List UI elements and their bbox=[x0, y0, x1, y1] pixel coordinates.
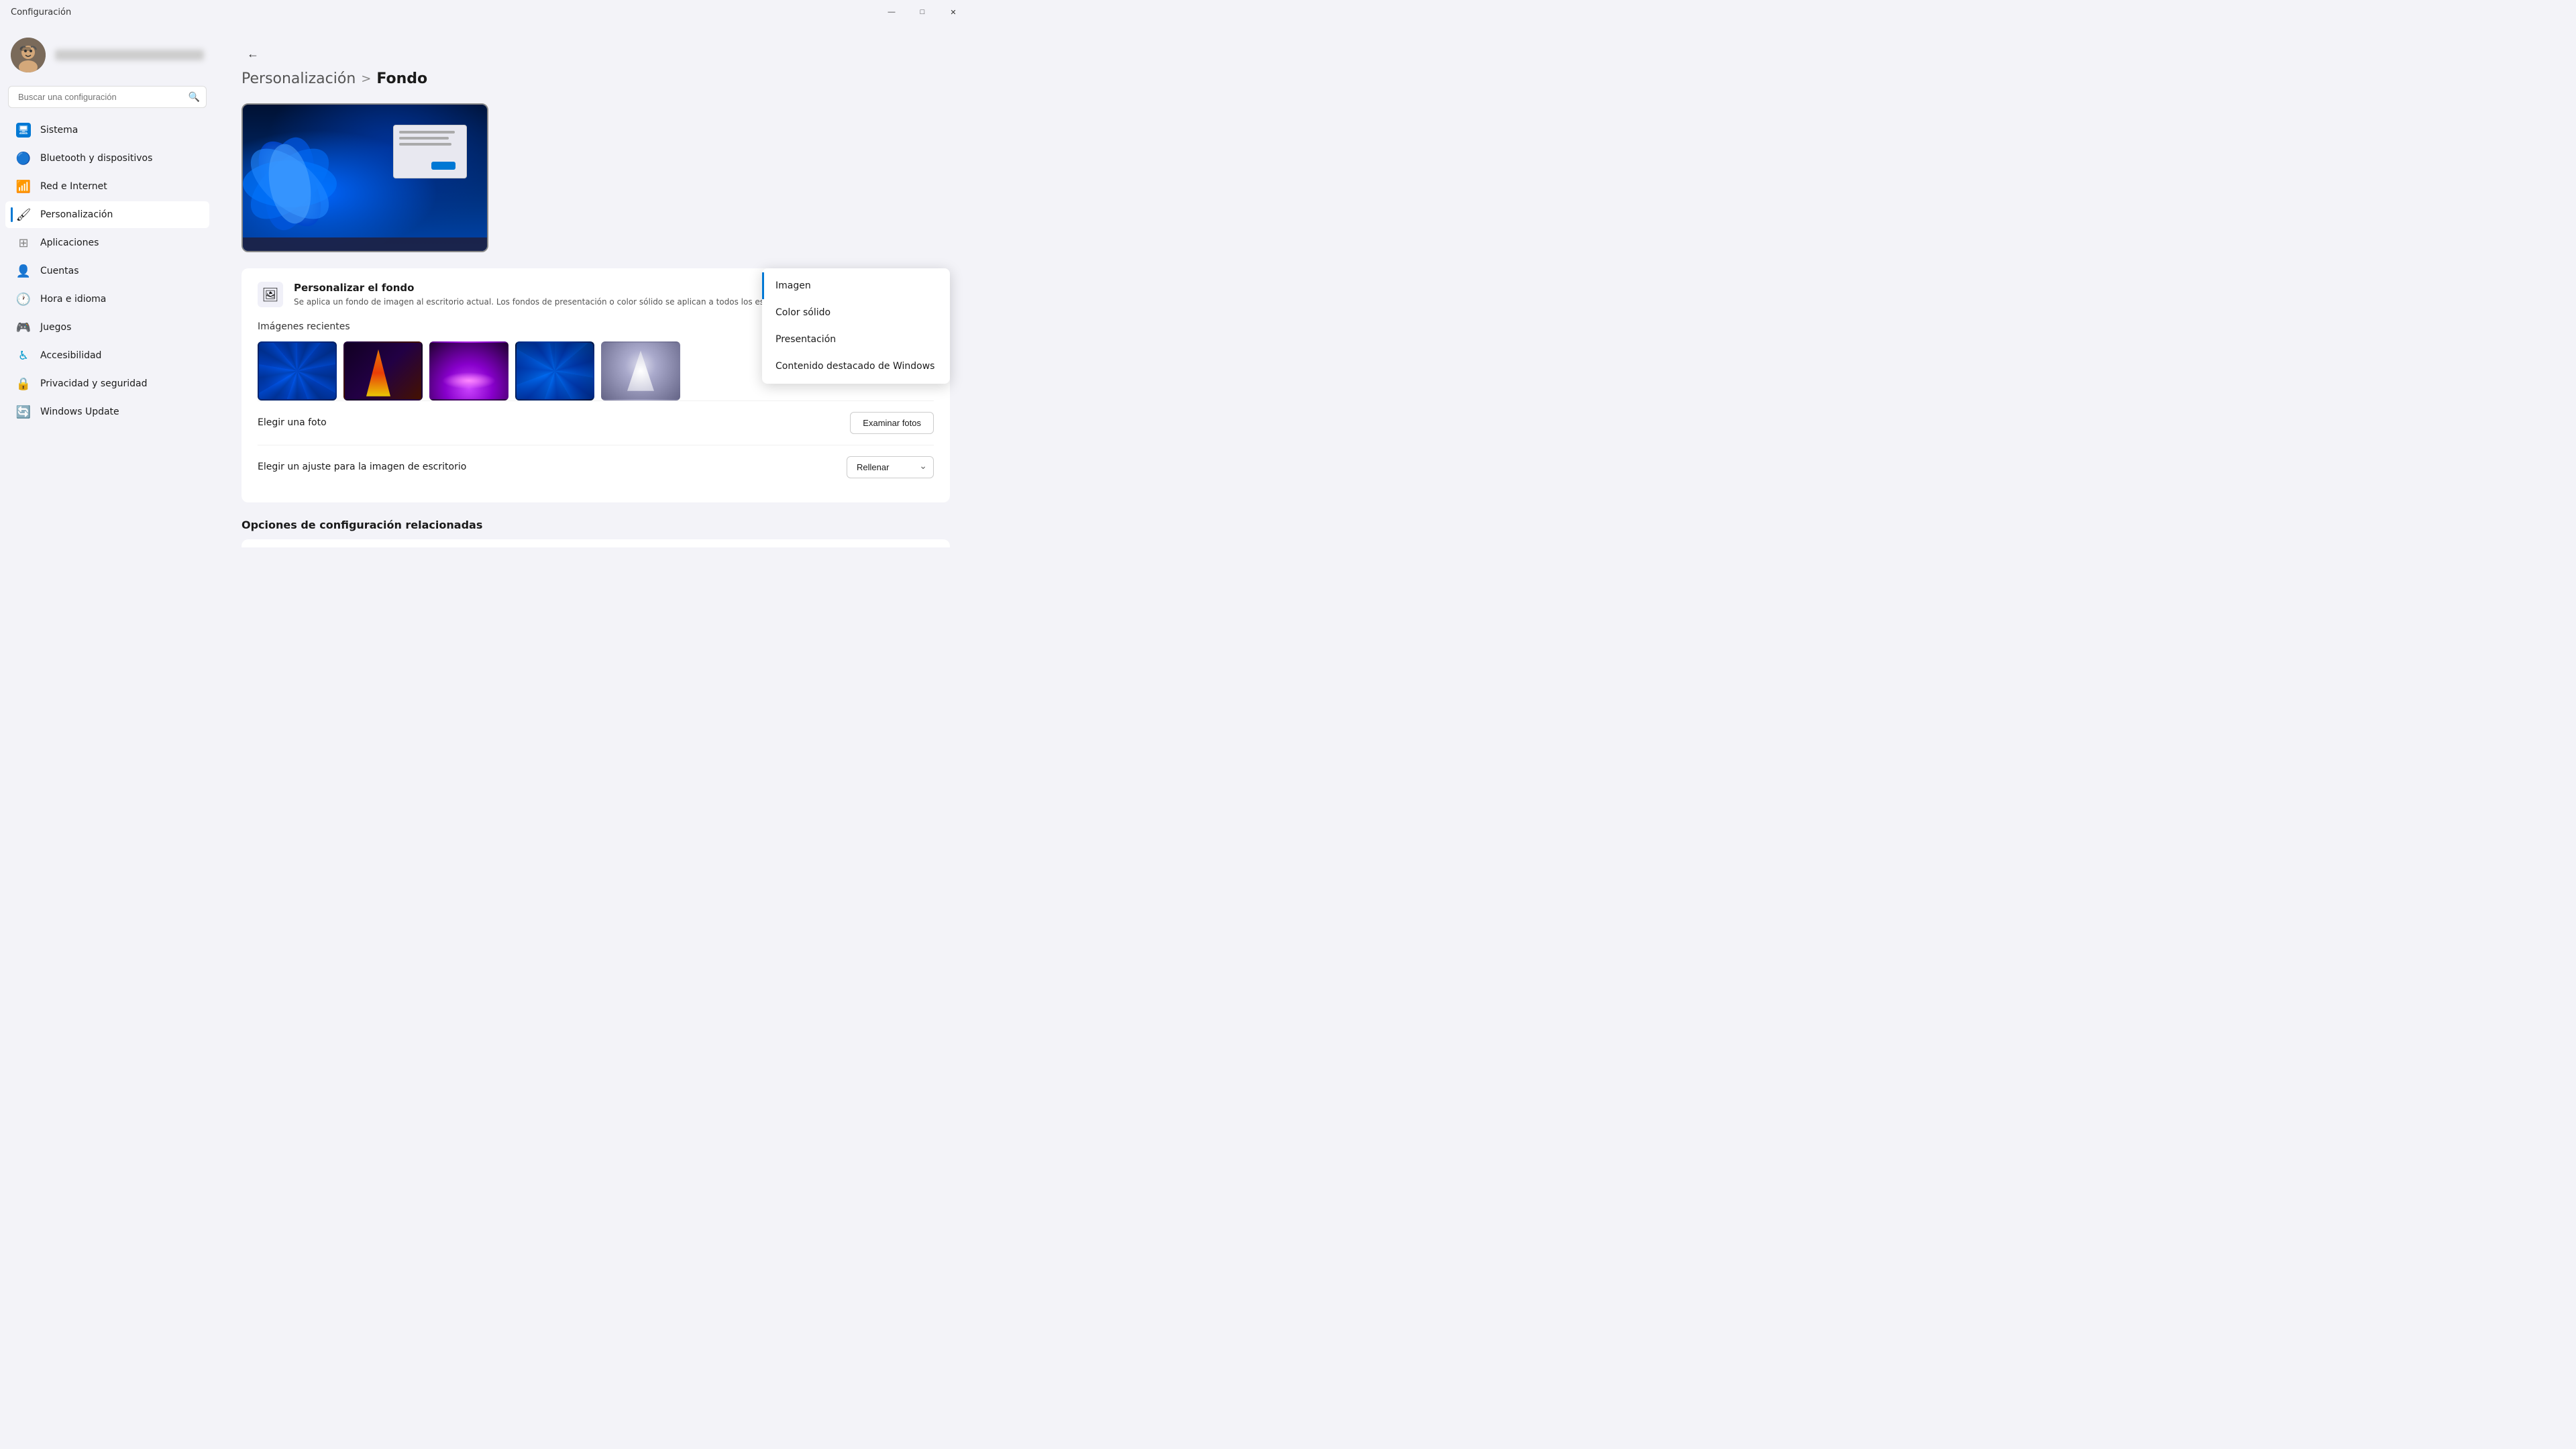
recent-image-5[interactable] bbox=[601, 341, 680, 400]
close-button[interactable]: ✕ bbox=[938, 1, 969, 23]
choose-photo-label: Elegir una foto bbox=[258, 417, 850, 428]
nav-item-red[interactable]: 📶 Red e Internet bbox=[5, 173, 209, 200]
related-card-contrast[interactable]: ◑ Temas de contraste Temas de color para… bbox=[241, 539, 950, 547]
back-button[interactable]: ← bbox=[241, 43, 264, 65]
breadcrumb-parent[interactable]: Personalización bbox=[241, 70, 356, 87]
browse-photos-button[interactable]: Examinar fotos bbox=[850, 412, 934, 434]
avatar bbox=[11, 38, 46, 72]
main-content: ← Personalización > Fondo bbox=[215, 24, 977, 547]
dropdown-item-contenido[interactable]: Contenido destacado de Windows bbox=[762, 353, 950, 380]
recent-image-3[interactable] bbox=[429, 341, 508, 400]
nav-label-cuentas: Cuentas bbox=[40, 266, 79, 276]
nav-item-accesibilidad[interactable]: ♿ Accesibilidad bbox=[5, 342, 209, 369]
avatar-image bbox=[11, 38, 46, 72]
privacidad-icon: 🔒 bbox=[16, 376, 31, 391]
personalizar-dropdown: Imagen Color sólido Presentación Conteni… bbox=[762, 268, 950, 384]
user-name bbox=[55, 50, 204, 60]
update-icon: 🔄 bbox=[16, 405, 31, 419]
nav-label-aplicaciones: Aplicaciones bbox=[40, 237, 99, 248]
maximize-button[interactable]: □ bbox=[907, 1, 938, 23]
aplicaciones-icon: ⊞ bbox=[16, 235, 31, 250]
recent-image-1[interactable] bbox=[258, 341, 337, 400]
nav-item-personalizacion[interactable]: 🖌 Personalización bbox=[5, 201, 209, 228]
adjustment-label: Elegir un ajuste para la imagen de escri… bbox=[258, 462, 847, 472]
sidebar: 🔍 🖥 Sistema 🔵 Bluetooth y dispositivos 📶… bbox=[0, 24, 215, 547]
hora-icon: 🕐 bbox=[16, 292, 31, 307]
card-header: 🖼 Personalizar el fondo Se aplica un fon… bbox=[258, 282, 934, 308]
nav-label-privacidad: Privacidad y seguridad bbox=[40, 378, 148, 389]
cuentas-icon: 👤 bbox=[16, 264, 31, 278]
nav-item-cuentas[interactable]: 👤 Cuentas bbox=[5, 258, 209, 284]
user-profile bbox=[0, 30, 215, 86]
dropdown-item-presentacion[interactable]: Presentación bbox=[762, 326, 950, 353]
recent-image-2[interactable] bbox=[343, 341, 423, 400]
nav-label-hora: Hora e idioma bbox=[40, 294, 106, 305]
personalizar-card: 🖼 Personalizar el fondo Se aplica un fon… bbox=[241, 268, 950, 502]
nav-label-accesibilidad: Accesibilidad bbox=[40, 350, 101, 361]
dropdown-item-color[interactable]: Color sólido bbox=[762, 299, 950, 326]
sistema-icon: 🖥 bbox=[16, 123, 31, 138]
recent-image-4[interactable] bbox=[515, 341, 594, 400]
preview-window-button bbox=[431, 162, 455, 170]
nav-item-privacidad[interactable]: 🔒 Privacidad y seguridad bbox=[5, 370, 209, 397]
window: Configuración — □ ✕ bbox=[0, 0, 977, 547]
adjustment-row: Elegir un ajuste para la imagen de escri… bbox=[258, 445, 934, 489]
adjustment-select[interactable]: RellenarAjustarCentrarMosaicoExtenderExp… bbox=[847, 456, 934, 478]
adjustment-select-wrapper: RellenarAjustarCentrarMosaicoExtenderExp… bbox=[847, 456, 934, 478]
wifi-icon: 📶 bbox=[16, 179, 31, 194]
personalizacion-icon: 🖌 bbox=[16, 207, 31, 222]
search-box: 🔍 bbox=[8, 86, 207, 108]
nav-label-red: Red e Internet bbox=[40, 181, 107, 192]
minimize-button[interactable]: — bbox=[876, 1, 907, 23]
juegos-icon: 🎮 bbox=[16, 320, 31, 335]
nav-item-update[interactable]: 🔄 Windows Update bbox=[5, 398, 209, 425]
title-bar: Configuración — □ ✕ bbox=[0, 0, 977, 24]
nav-label-personalizacion: Personalización bbox=[40, 209, 113, 220]
content-area: 🔍 🖥 Sistema 🔵 Bluetooth y dispositivos 📶… bbox=[0, 24, 977, 547]
accesibilidad-icon: ♿ bbox=[16, 348, 31, 363]
nav-label-sistema: Sistema bbox=[40, 125, 78, 136]
title-bar-controls: — □ ✕ bbox=[876, 1, 969, 23]
nav-item-hora[interactable]: 🕐 Hora e idioma bbox=[5, 286, 209, 313]
breadcrumb-current: Fondo bbox=[376, 70, 427, 87]
nav-item-aplicaciones[interactable]: ⊞ Aplicaciones bbox=[5, 229, 209, 256]
nav-item-bluetooth[interactable]: 🔵 Bluetooth y dispositivos bbox=[5, 145, 209, 172]
nav-item-juegos[interactable]: 🎮 Juegos bbox=[5, 314, 209, 341]
bluetooth-icon: 🔵 bbox=[16, 151, 31, 166]
preview-flower-svg bbox=[243, 127, 357, 241]
preview-window-element bbox=[393, 125, 467, 178]
search-icon: 🔍 bbox=[189, 92, 200, 103]
nav-label-juegos: Juegos bbox=[40, 322, 71, 333]
choose-photo-row: Elegir una foto Examinar fotos bbox=[258, 400, 934, 445]
window-title: Configuración bbox=[11, 7, 71, 17]
breadcrumb: Personalización > Fondo bbox=[241, 70, 950, 87]
preview-taskbar bbox=[243, 237, 487, 251]
dropdown-item-imagen[interactable]: Imagen bbox=[762, 272, 950, 299]
desktop-preview bbox=[241, 103, 488, 252]
nav-item-sistema[interactable]: 🖥 Sistema bbox=[5, 117, 209, 144]
related-section-title: Opciones de configuración relacionadas bbox=[241, 519, 950, 531]
nav-label-bluetooth: Bluetooth y dispositivos bbox=[40, 153, 152, 164]
card-icon: 🖼 bbox=[258, 282, 283, 307]
nav-label-update: Windows Update bbox=[40, 407, 119, 417]
breadcrumb-separator: > bbox=[361, 72, 371, 86]
search-input[interactable] bbox=[8, 86, 207, 108]
